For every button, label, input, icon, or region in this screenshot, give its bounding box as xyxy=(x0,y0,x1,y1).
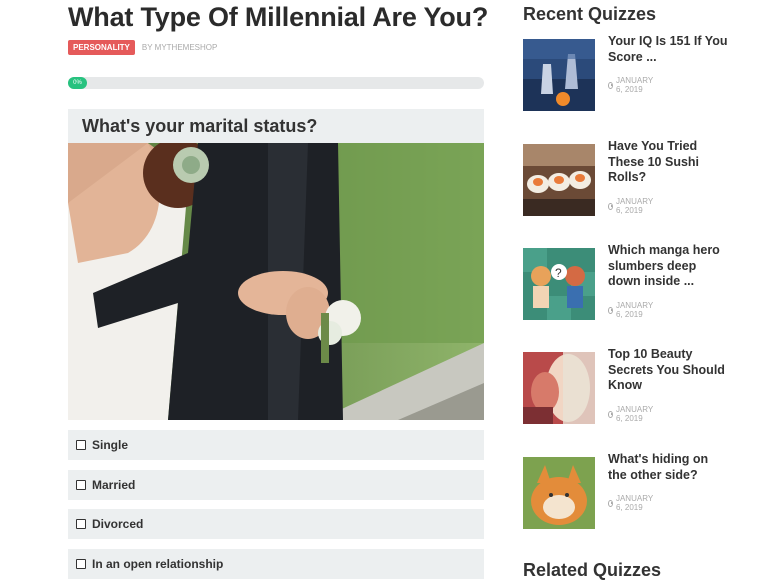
recent-quiz-date: JANUARY 6, 2019 xyxy=(608,76,655,94)
question-header: What's your marital status? xyxy=(68,109,484,143)
sushi-image xyxy=(523,144,595,216)
quiz-meta: PERSONALITY BY MYTHEMESHOP xyxy=(68,40,217,55)
clock-icon xyxy=(608,410,613,418)
wedding-couple-illustration xyxy=(68,143,484,420)
recent-quiz-title[interactable]: Top 10 Beauty Secrets You Should Know xyxy=(608,347,728,394)
answer-label: In an open relationship xyxy=(92,557,224,571)
date-text: JANUARY 6, 2019 xyxy=(615,76,654,94)
svg-text:?: ? xyxy=(555,266,562,280)
recent-quiz-date: JANUARY 6, 2019 xyxy=(608,405,655,423)
date-text: JANUARY 6, 2019 xyxy=(615,301,654,319)
answer-option-single[interactable]: Single xyxy=(68,430,484,460)
quiz-thumbnail[interactable]: ? xyxy=(523,248,595,320)
answer-label: Divorced xyxy=(92,517,144,531)
question-image xyxy=(68,143,484,420)
recent-quiz-date: JANUARY 6, 2019 xyxy=(608,301,655,319)
checkbox-icon[interactable] xyxy=(76,519,86,529)
quiz-thumbnail[interactable] xyxy=(523,352,595,424)
answer-option-married[interactable]: Married xyxy=(68,470,484,500)
recent-quiz-title[interactable]: Have You Tried These 10 Sushi Rolls? xyxy=(608,139,728,186)
cat-image xyxy=(523,457,595,529)
beauty-image xyxy=(523,352,595,424)
answer-label: Single xyxy=(92,438,129,452)
answer-label: Married xyxy=(92,478,136,492)
answer-option-divorced[interactable]: Divorced xyxy=(68,509,484,539)
category-badge[interactable]: PERSONALITY xyxy=(68,40,135,55)
recent-quizzes-heading: Recent Quizzes xyxy=(523,4,657,24)
recent-quiz-title[interactable]: What's hiding on the other side? xyxy=(608,452,728,483)
manga-image: ? xyxy=(523,248,595,320)
clock-icon xyxy=(608,202,613,210)
chess-image xyxy=(523,39,595,111)
author-byline: BY MYTHEMESHOP xyxy=(141,43,218,52)
quiz-thumbnail[interactable] xyxy=(523,457,595,529)
clock-icon xyxy=(608,306,613,314)
checkbox-icon[interactable] xyxy=(76,440,86,450)
clock-icon xyxy=(608,499,613,507)
date-text: JANUARY 6, 2019 xyxy=(615,197,654,215)
recent-quiz-date: JANUARY 6, 2019 xyxy=(608,494,655,512)
checkbox-icon[interactable] xyxy=(76,559,86,569)
date-text: JANUARY 6, 2019 xyxy=(615,405,654,423)
date-text: JANUARY 6, 2019 xyxy=(615,494,654,512)
clock-icon xyxy=(608,81,613,89)
recent-quiz-title[interactable]: Which manga hero slumbers deep down insi… xyxy=(608,243,728,290)
related-quizzes-heading: Related Quizzes xyxy=(523,560,662,580)
quiz-thumbnail[interactable] xyxy=(523,39,595,111)
question-title: What's your marital status? xyxy=(82,116,318,136)
answer-option-open-relationship[interactable]: In an open relationship xyxy=(68,549,484,579)
recent-quiz-title[interactable]: Your IQ Is 151 If You Score ... xyxy=(608,34,728,65)
quiz-thumbnail[interactable] xyxy=(523,144,595,216)
progress-fill: 0% xyxy=(68,77,87,89)
checkbox-icon[interactable] xyxy=(76,480,86,490)
recent-quiz-date: JANUARY 6, 2019 xyxy=(608,197,655,215)
quiz-progress-bar: 0% xyxy=(68,77,484,89)
quiz-title: What Type Of Millennial Are You? xyxy=(68,2,489,32)
